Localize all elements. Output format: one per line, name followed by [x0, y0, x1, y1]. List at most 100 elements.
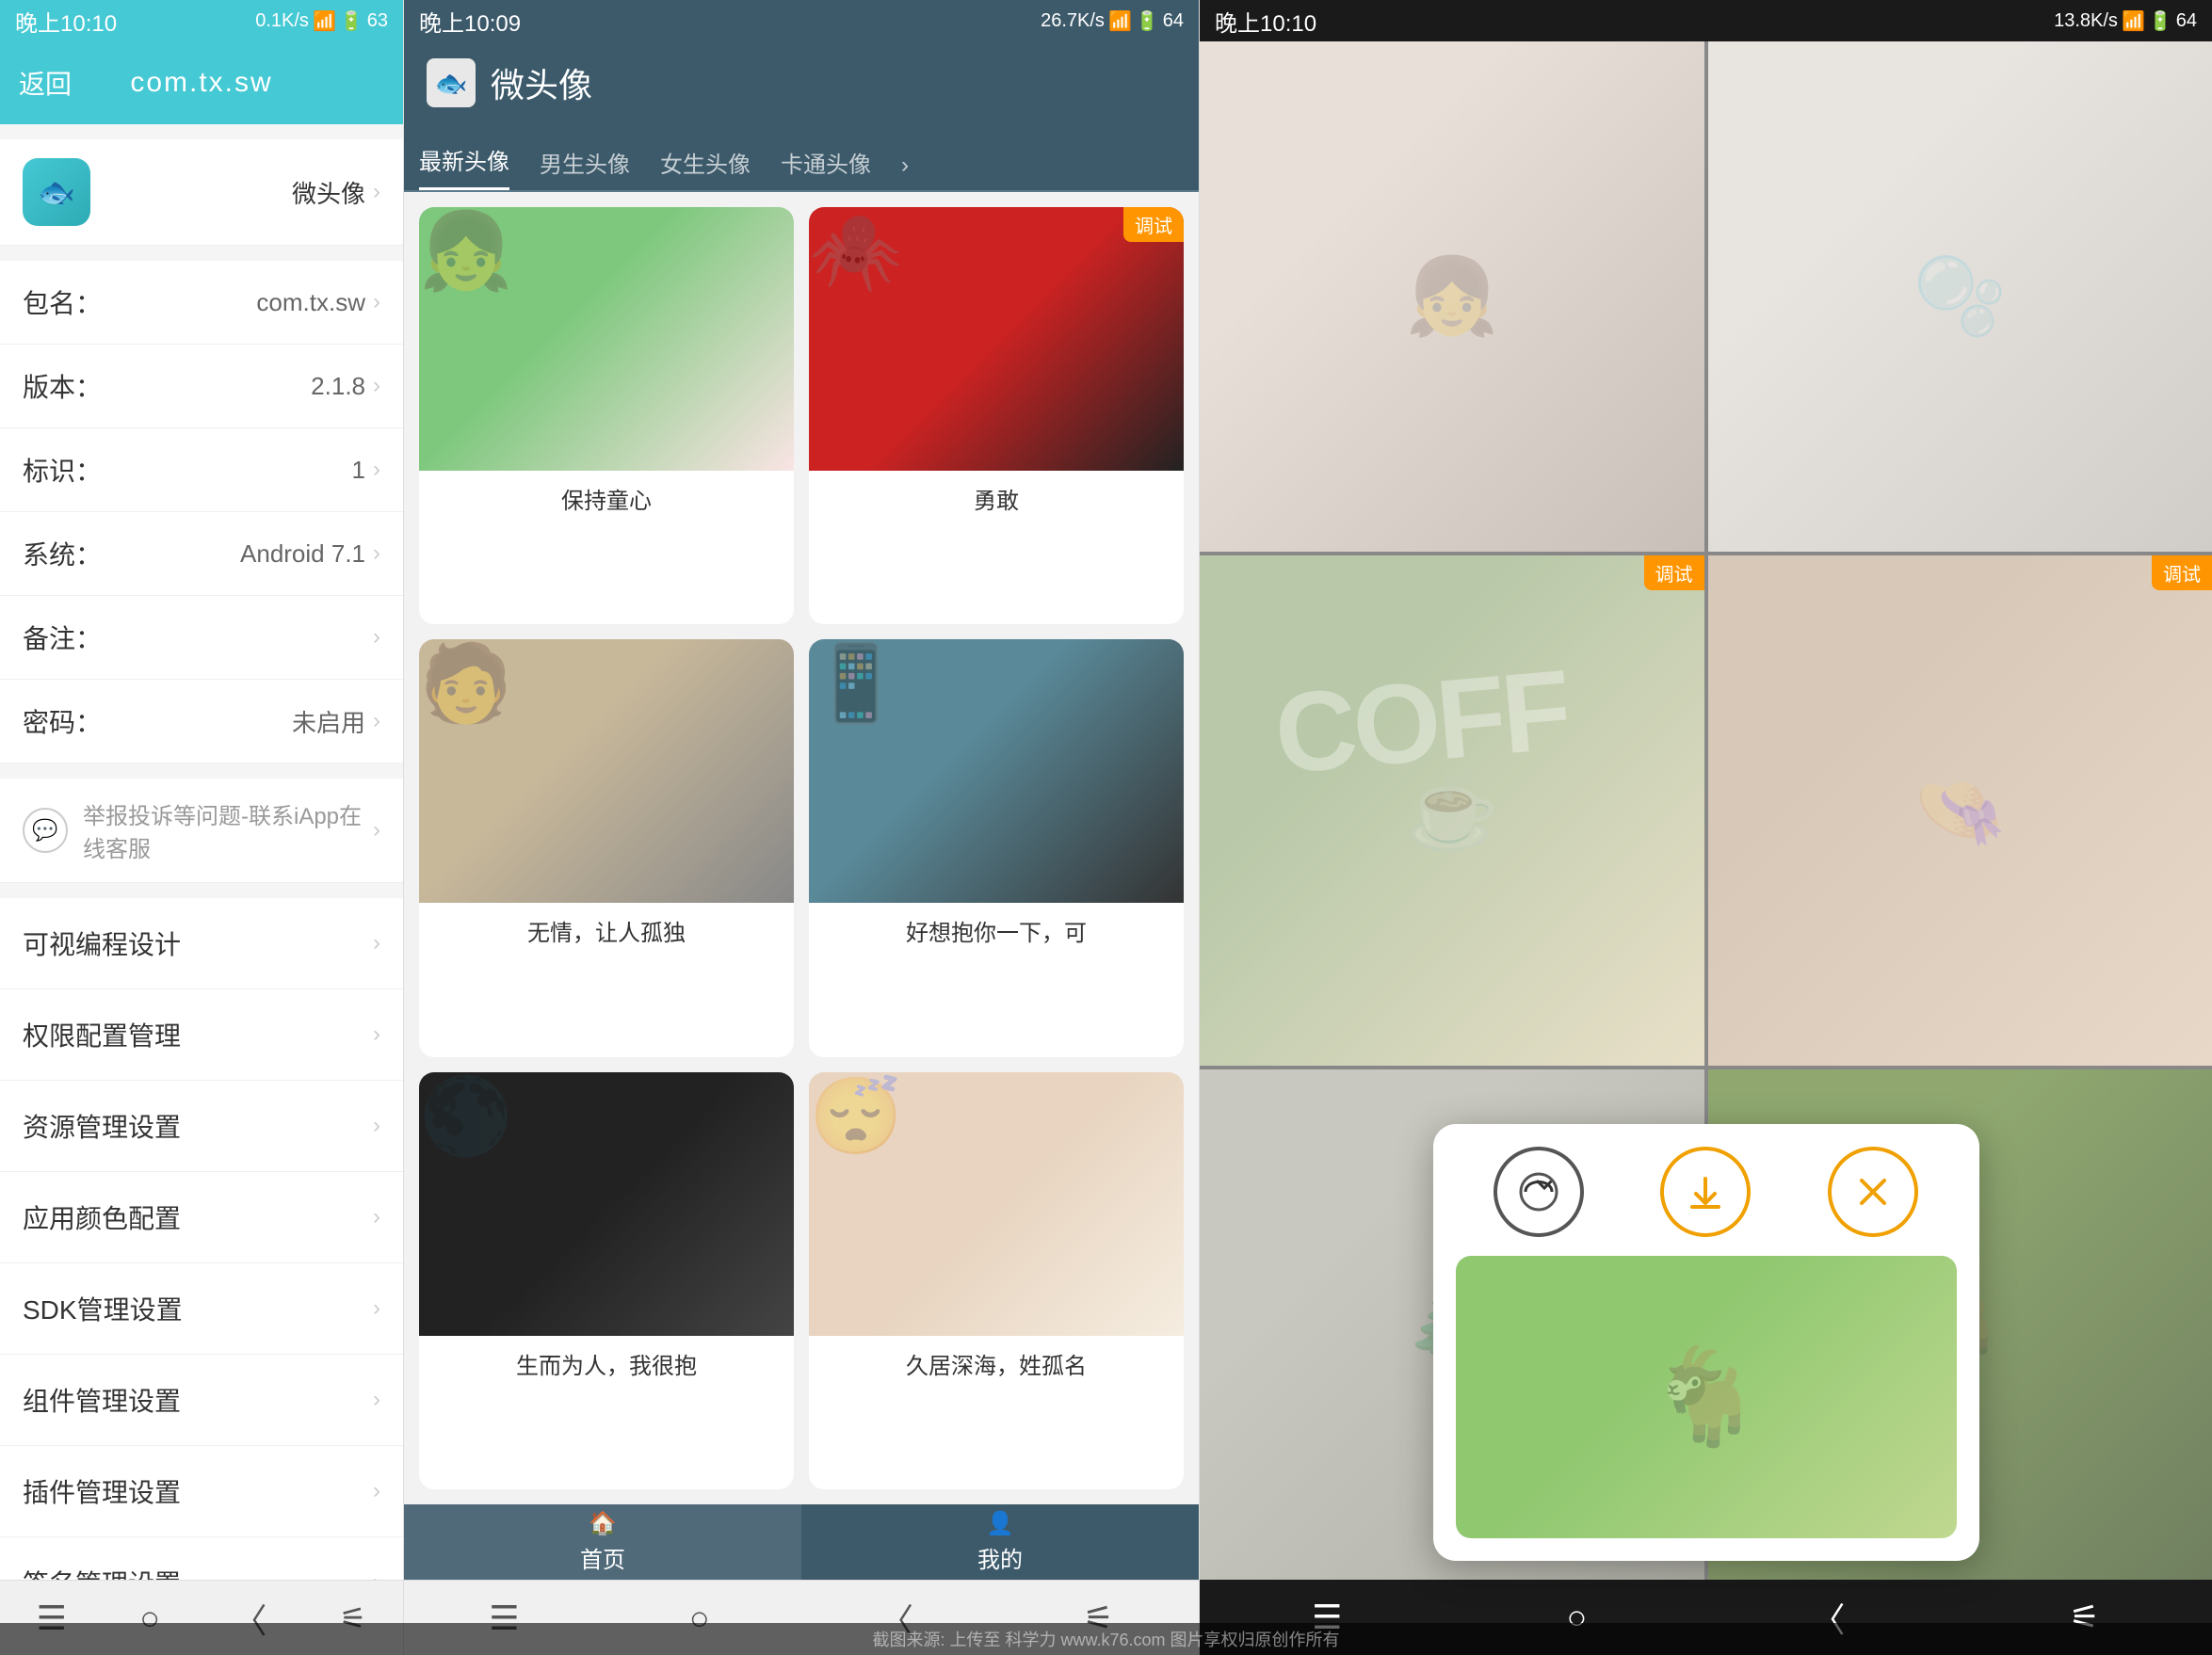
note-label: 备注： [23, 619, 107, 656]
gallery-img-2: ☕ [1200, 555, 1704, 1066]
panel1-system-row[interactable]: 系统： Android 7.1 › [0, 512, 403, 596]
panel3-image-grid: 👧 🫧 ☕ COFF 调试 👒 调试 🌲 [1200, 41, 2212, 1580]
avatar-img-1: 🕷️ 调试 [809, 207, 1184, 471]
avatar-item-2[interactable]: 🧑 无情，让人孤独 [419, 639, 794, 1056]
panel1-time: 晚上10:10 [15, 5, 117, 38]
tab-latest[interactable]: 最新头像 [419, 143, 509, 190]
gallery-cell-1[interactable]: 🫧 [1708, 41, 2212, 552]
password-label: 密码： [23, 702, 107, 740]
home-label: 首页 [580, 1541, 625, 1574]
package-value: com.tx.sw [107, 288, 365, 317]
panel2-avatar-list: 晚上10:09 26.7K/s 📶 🔋 64 🐟 微头像 最新头像 男生头像 女… [403, 0, 1199, 1655]
gallery-popup: 🐐 [1433, 1124, 1979, 1561]
menu-component-settings[interactable]: 组件管理设置 › [0, 1355, 403, 1446]
panel2-signal: 26.7K/s 📶 🔋 64 [1041, 9, 1184, 33]
watermark: 截图来源: 上传至 科学力 www.k76.com 图片享权归原创作所有 [0, 1623, 2212, 1655]
panel1-password-row[interactable]: 密码： 未启用 › [0, 680, 403, 763]
avatar-item-0[interactable]: 👧 保持童心 [419, 207, 794, 624]
tag-value: 1 [107, 456, 365, 485]
panel2-time: 晚上10:09 [419, 5, 521, 38]
avatar-img-2: 🧑 [419, 639, 794, 903]
tag-label: 标识： [23, 451, 107, 489]
avatar-img-5: 😴 [809, 1072, 1184, 1336]
panel2-tabs: 最新头像 男生头像 女生头像 卡通头像 › [404, 124, 1199, 192]
tab-male[interactable]: 男生头像 [540, 146, 630, 190]
bottom-tab-home[interactable]: 🏠 首页 [404, 1504, 801, 1580]
panel1-status-bar: 晚上10:10 0.1K/s 📶 🔋 63 [0, 0, 403, 41]
popup-share-button[interactable] [1494, 1147, 1584, 1237]
avatar-item-4[interactable]: 🌑 生而为人，我很抱 [419, 1072, 794, 1489]
package-arrow: › [373, 289, 380, 315]
panel1-report-row[interactable]: 💬 举报投诉等问题-联系iApp在线客服 › [0, 779, 403, 883]
system-label: 系统： [23, 535, 107, 572]
avatar-img-0: 👧 [419, 207, 794, 471]
tab-more[interactable]: › [901, 153, 909, 190]
popup-actions [1456, 1147, 1957, 1237]
system-value: Android 7.1 [107, 539, 365, 569]
tab-cartoon[interactable]: 卡通头像 [781, 146, 871, 190]
package-label: 包名： [23, 283, 107, 321]
panel1-version-row[interactable]: 版本： 2.1.8 › [0, 345, 403, 428]
popup-download-button[interactable] [1660, 1147, 1751, 1237]
debug-badge-cell3: 调试 [2152, 555, 2212, 590]
panel1-app-row[interactable]: 🐟 微头像 › [0, 139, 403, 246]
panel1-tag-row[interactable]: 标识： 1 › [0, 428, 403, 512]
version-arrow: › [373, 373, 380, 399]
password-value: 未启用 [107, 704, 365, 739]
gallery-img-0: 👧 [1200, 41, 1704, 552]
panel1-note-row[interactable]: 备注： › [0, 596, 403, 680]
report-arrow: › [373, 817, 380, 844]
panel1-package-row[interactable]: 包名： com.tx.sw › [0, 261, 403, 345]
panel1-signal: 0.1K/s 📶 🔋 63 [255, 9, 388, 33]
back-button[interactable]: 返回 [19, 64, 72, 102]
panel1-info-list: 包名： com.tx.sw › 版本： 2.1.8 › 标识： 1 › 系统： … [0, 261, 403, 763]
avatar-label-1: 勇敢 [809, 471, 1184, 526]
panel3-status-bar: 晚上10:10 13.8K/s 📶 🔋 64 [1200, 0, 2212, 41]
panel3-time: 晚上10:10 [1215, 5, 1316, 38]
popup-close-button[interactable] [1828, 1147, 1918, 1237]
mine-icon: 👤 [986, 1510, 1014, 1537]
avatar-img-3: 📱 [809, 639, 1184, 903]
mine-label: 我的 [977, 1541, 1023, 1574]
avatar-item-5[interactable]: 😴 久居深海，姓孤名 [809, 1072, 1184, 1489]
menu-resource-management[interactable]: 资源管理设置 › [0, 1081, 403, 1172]
panel2-status-bar: 晚上10:09 26.7K/s 📶 🔋 64 [404, 0, 1199, 41]
menu-sdk-settings[interactable]: SDK管理设置 › [0, 1263, 403, 1355]
version-label: 版本： [23, 367, 107, 405]
tag-arrow: › [373, 457, 380, 483]
panel3-signal: 13.8K/s 📶 🔋 64 [2054, 9, 2197, 33]
report-icon: 💬 [23, 808, 68, 853]
panel3-gallery: 晚上10:10 13.8K/s 📶 🔋 64 👧 🫧 ☕ COFF 调 [1199, 0, 2212, 1655]
home-icon: 🏠 [589, 1510, 617, 1537]
panel2-header: 🐟 微头像 [404, 41, 1199, 124]
avatar-item-1[interactable]: 🕷️ 调试 勇敢 [809, 207, 1184, 624]
gallery-cell-3[interactable]: 👒 调试 [1708, 555, 2212, 1066]
popup-preview-image: 🐐 [1456, 1256, 1957, 1538]
system-arrow: › [373, 540, 380, 567]
password-arrow: › [373, 708, 380, 734]
debug-badge-1: 调试 [1123, 207, 1184, 242]
note-arrow: › [373, 624, 380, 651]
menu-plugin-settings[interactable]: 插件管理设置 › [0, 1446, 403, 1537]
panel1-header: 返回 com.tx.sw [0, 41, 403, 124]
panel1-app-icon: 🐟 [23, 158, 90, 226]
gallery-cell-2[interactable]: ☕ COFF 调试 [1200, 555, 1704, 1066]
version-value: 2.1.8 [107, 372, 365, 401]
tab-female[interactable]: 女生头像 [660, 146, 751, 190]
panel1-menu-list: 可视编程设计 › 权限配置管理 › 资源管理设置 › 应用颜色配置 › SDK管… [0, 898, 403, 1629]
menu-visual-programming[interactable]: 可视编程设计 › [0, 898, 403, 989]
avatar-label-2: 无情，让人孤独 [419, 903, 794, 958]
panel1-app-name: 微头像 [90, 175, 365, 210]
avatar-item-3[interactable]: 📱 好想抱你一下，可 [809, 639, 1184, 1056]
menu-color-config[interactable]: 应用颜色配置 › [0, 1172, 403, 1263]
panel2-app-icon: 🐟 [427, 58, 476, 107]
report-text: 举报投诉等问题-联系iApp在线客服 [83, 797, 373, 863]
gallery-img-3: 👒 [1708, 555, 2212, 1066]
menu-permission-config[interactable]: 权限配置管理 › [0, 989, 403, 1081]
bottom-tab-mine[interactable]: 👤 我的 [801, 1504, 1199, 1580]
avatar-label-4: 生而为人，我很抱 [419, 1336, 794, 1391]
gallery-cell-0[interactable]: 👧 [1200, 41, 1704, 552]
avatar-label-0: 保持童心 [419, 471, 794, 526]
avatar-label-5: 久居深海，姓孤名 [809, 1336, 1184, 1391]
avatar-label-3: 好想抱你一下，可 [809, 903, 1184, 958]
